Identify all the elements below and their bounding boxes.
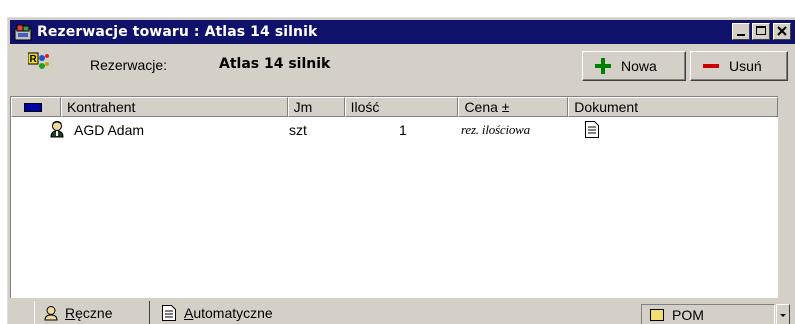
column-header-dokument[interactable]: Dokument	[568, 97, 779, 117]
table-row[interactable]: AGD Adam szt 1 rez. ilościowa	[11, 119, 778, 141]
tab-strip: Ręczne Automatyczne POM	[8, 301, 795, 324]
window-title: Rezerwacje towaru : Atlas 14 silnik	[37, 24, 318, 40]
tab-reczne-label: Ręczne	[65, 304, 113, 321]
reservation-label: Rezerwacje:	[90, 57, 168, 73]
plus-icon	[595, 58, 611, 74]
cell-cena: rez. ilościowa	[461, 122, 530, 137]
cell-jm: szt	[289, 122, 307, 138]
tab-automatyczne[interactable]: Automatyczne	[154, 301, 304, 324]
tab-reczne[interactable]: Ręczne	[34, 301, 150, 324]
column-header-ilosc[interactable]: Ilość	[344, 97, 459, 117]
close-icon	[777, 26, 787, 36]
close-button[interactable]	[773, 23, 791, 40]
maximize-button[interactable]	[752, 23, 770, 40]
svg-text:R: R	[30, 54, 38, 65]
app-icon[interactable]	[14, 23, 32, 41]
document-icon	[162, 305, 178, 321]
toolbar: R Rezerwacje: Atlas 14 silnik Nowa Usuń	[10, 46, 795, 82]
column-header-cena[interactable]: Cena ±	[458, 97, 569, 117]
document-icon[interactable]	[585, 121, 599, 138]
minimize-button[interactable]	[732, 23, 750, 40]
maximize-icon	[756, 26, 766, 35]
select-marker-icon	[24, 103, 42, 112]
minimize-icon	[737, 34, 745, 36]
warehouse-select[interactable]: POM	[641, 304, 775, 324]
product-name: Atlas 14 silnik	[219, 56, 331, 72]
caption-buttons	[730, 23, 791, 40]
new-button-label: Nowa	[621, 58, 657, 74]
chevron-down-icon	[780, 314, 786, 317]
select-all-header[interactable]	[11, 97, 61, 117]
new-button[interactable]: Nowa	[582, 51, 686, 81]
minus-icon	[703, 58, 719, 74]
column-header-kontrahent[interactable]: Kontrahent	[60, 97, 288, 117]
person-icon	[49, 120, 67, 138]
reservation-icon: R	[27, 52, 50, 72]
warehouse-dropdown-button[interactable]	[776, 304, 790, 324]
reservation-window: Rezerwacje towaru : Atlas 14 silnik R Re…	[7, 17, 795, 324]
warehouse-select-value: POM	[672, 307, 704, 323]
column-header-jm[interactable]: Jm	[287, 97, 345, 117]
cell-kontrahent: AGD Adam	[74, 122, 145, 138]
title-bar[interactable]: Rezerwacje towaru : Atlas 14 silnik	[10, 20, 795, 44]
warehouse-icon	[650, 309, 664, 321]
delete-button-label: Usuń	[729, 58, 762, 74]
reservations-grid[interactable]: Kontrahent Jm Ilość Cena ± Dokument AGD …	[10, 96, 779, 298]
tab-automatyczne-label: Automatyczne	[184, 305, 273, 321]
cell-ilosc: 1	[399, 122, 407, 138]
delete-button[interactable]: Usuń	[690, 51, 788, 81]
grid-header: Kontrahent Jm Ilość Cena ± Dokument	[11, 97, 779, 117]
person-icon	[43, 305, 59, 321]
